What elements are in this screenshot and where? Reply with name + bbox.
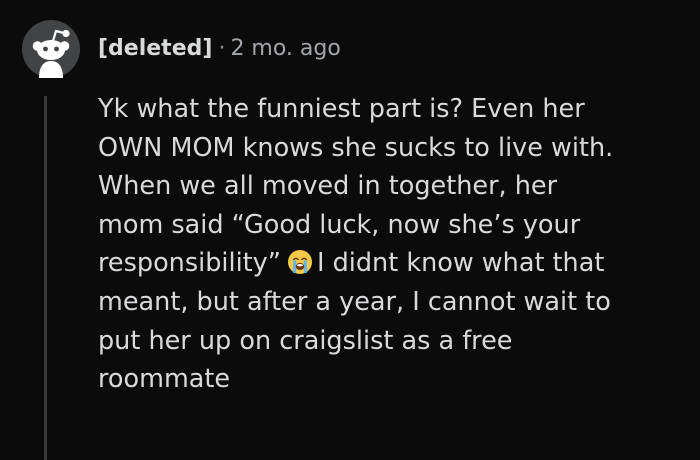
comment-body-text: responsibility”: [98, 248, 281, 279]
reddit-snoo-avatar-icon[interactable]: [22, 20, 80, 78]
comment-body-line: When we all moved in together, her: [98, 171, 558, 202]
comment-body: Yk what the funniest part is? Even her O…: [98, 90, 688, 399]
comment-body-line: OWN MOM knows she sucks to live with.: [98, 132, 614, 163]
comment-body-line: roommate: [98, 364, 231, 395]
comment-body-line: meant, but after a year, I cannot wait t…: [98, 286, 611, 317]
comment-body-line: mom said “Good luck, now she’s your: [98, 209, 581, 240]
comment-body-line: put her up on craigslist as a free: [98, 325, 513, 356]
comment-meta: [deleted] · 2 mo. ago: [98, 34, 341, 64]
meta-separator: ·: [218, 36, 226, 61]
comment-body-line: Yk what the funniest part is? Even her: [98, 94, 585, 124]
comment-body-line: responsibility” I didnt know what that: [98, 244, 688, 283]
comment-timestamp[interactable]: 2 mo. ago: [230, 36, 340, 61]
loudly-crying-face-icon: [287, 248, 313, 275]
thread-collapse-line[interactable]: [44, 96, 47, 460]
comment-author[interactable]: [deleted]: [98, 36, 212, 61]
comment-body-text: I didnt know what that: [316, 248, 605, 279]
comment-card: [deleted] · 2 mo. ago Yk what the funniest…: [0, 0, 700, 460]
